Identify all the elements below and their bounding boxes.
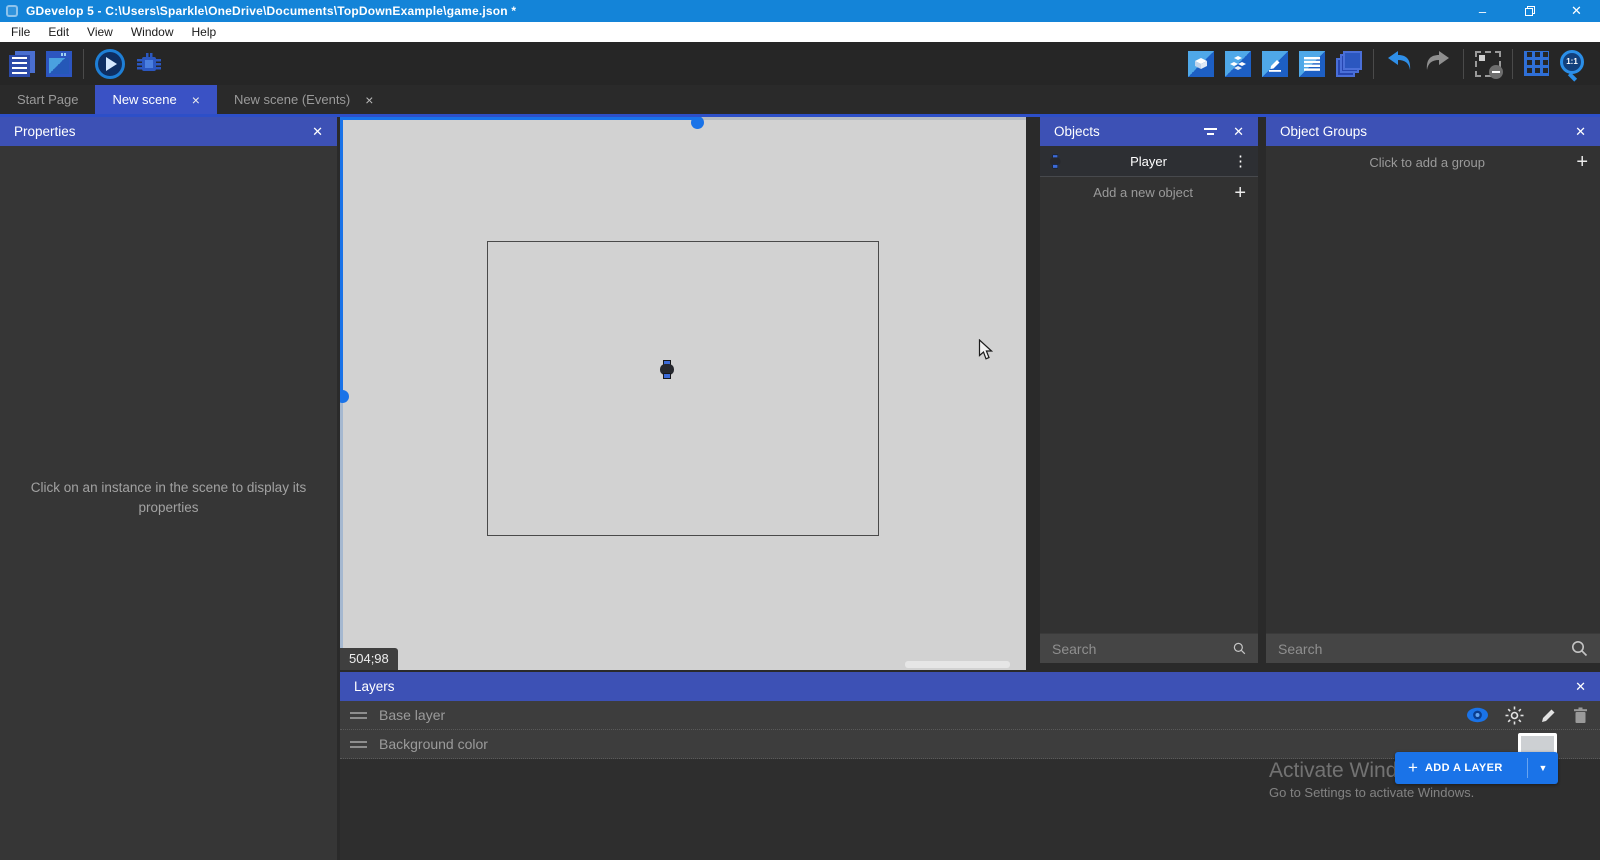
- vertical-scroll-thumb[interactable]: [340, 390, 349, 403]
- zoom-original-icon[interactable]: 1:1: [1560, 50, 1588, 78]
- grid-icon[interactable]: [1524, 51, 1549, 76]
- toggle-instances-list-icon[interactable]: [1299, 51, 1325, 77]
- redo-icon[interactable]: [1424, 48, 1452, 79]
- object-name: Player: [1064, 154, 1233, 169]
- add-layer-button[interactable]: + ADD A LAYER ▼: [1395, 752, 1558, 784]
- menu-window[interactable]: Window: [122, 22, 183, 42]
- object-groups-header: Object Groups ✕: [1266, 117, 1600, 146]
- window-title: GDevelop 5 - C:\Users\Sparkle\OneDrive\D…: [26, 4, 516, 18]
- toggle-properties-panel-icon[interactable]: [1262, 51, 1288, 77]
- tab-bar: Start Page New scene × New scene (Events…: [0, 85, 1600, 114]
- scene-canvas[interactable]: 504;98: [340, 117, 1026, 670]
- close-tab-icon[interactable]: ×: [365, 92, 373, 108]
- object-row-player[interactable]: Player ⋮: [1040, 146, 1258, 177]
- toolbar-separator: [1373, 49, 1374, 79]
- add-object-row[interactable]: Add a new object +: [1040, 177, 1258, 208]
- properties-panel: Properties ✕ Click on an instance in the…: [0, 117, 337, 860]
- drag-handle-icon[interactable]: [350, 741, 367, 748]
- close-object-groups-icon[interactable]: ✕: [1575, 124, 1586, 140]
- plus-icon: +: [1408, 758, 1418, 778]
- drag-handle-icon[interactable]: [350, 712, 367, 719]
- properties-empty-message: Click on an instance in the scene to dis…: [18, 478, 319, 518]
- search-icon: [1571, 640, 1588, 657]
- close-properties-icon[interactable]: ✕: [312, 124, 323, 140]
- properties-title: Properties: [14, 124, 76, 139]
- close-objects-icon[interactable]: ✕: [1233, 124, 1244, 140]
- objects-title: Objects: [1054, 124, 1100, 139]
- menu-view[interactable]: View: [78, 22, 122, 42]
- object-groups-panel: Object Groups ✕ Click to add a group +: [1266, 117, 1600, 663]
- visibility-eye-icon[interactable]: [1466, 707, 1489, 723]
- activate-windows-subtext: Go to Settings to activate Windows.: [1269, 785, 1474, 800]
- menu-file[interactable]: File: [2, 22, 39, 42]
- toggle-objects-panel-icon[interactable]: [1188, 51, 1214, 77]
- add-object-label: Add a new object: [1052, 185, 1234, 200]
- layer-name: Base layer: [379, 707, 445, 723]
- add-group-row[interactable]: Click to add a group +: [1266, 146, 1600, 178]
- layer-effects-icon[interactable]: [1505, 706, 1524, 725]
- title-bar: GDevelop 5 - C:\Users\Sparkle\OneDrive\D…: [0, 0, 1600, 22]
- close-icon: ✕: [1571, 3, 1582, 19]
- mouse-cursor: [978, 339, 993, 366]
- cursor-coordinates: 504;98: [340, 648, 398, 670]
- start-page-icon[interactable]: [46, 51, 72, 77]
- horizontal-scroll-thumb[interactable]: [691, 117, 704, 129]
- toolbar-separator: [1463, 49, 1464, 79]
- objects-search-bar: [1040, 633, 1258, 663]
- add-layer-label: ADD A LAYER: [1425, 762, 1503, 774]
- layers-header: Layers ✕: [340, 672, 1600, 701]
- menu-bar: File Edit View Window Help: [0, 22, 1600, 42]
- search-icon: [1233, 640, 1246, 657]
- tab-start-page[interactable]: Start Page: [0, 85, 95, 114]
- toolbar: 1:1: [0, 42, 1600, 85]
- toolbar-separator: [1512, 49, 1513, 79]
- debug-icon[interactable]: [136, 51, 162, 77]
- groups-search-input[interactable]: [1278, 641, 1571, 657]
- edit-layer-pencil-icon[interactable]: [1540, 707, 1557, 724]
- add-group-label: Click to add a group: [1278, 155, 1576, 170]
- restore-button[interactable]: [1506, 0, 1553, 22]
- clear-selection-icon[interactable]: [1475, 51, 1501, 77]
- filter-icon[interactable]: [1203, 128, 1217, 135]
- layers-title: Layers: [354, 679, 395, 694]
- object-menu-icon[interactable]: ⋮: [1233, 152, 1248, 170]
- game-window-bounds: [487, 241, 879, 536]
- toggle-layers-panel-icon[interactable]: [1336, 51, 1362, 77]
- undo-icon[interactable]: [1385, 48, 1413, 79]
- objects-panel: Objects ✕ Player ⋮ Add a new object +: [1040, 117, 1258, 663]
- add-layer-dropdown-icon[interactable]: ▼: [1528, 763, 1558, 773]
- gdevelop-logo-icon: [6, 5, 18, 17]
- close-window-button[interactable]: ✕: [1553, 0, 1600, 22]
- layer-row-base[interactable]: Base layer: [340, 701, 1600, 730]
- toolbar-separator: [83, 49, 84, 79]
- close-layers-icon[interactable]: ✕: [1575, 679, 1586, 695]
- layers-panel: Layers ✕ Base layer: [340, 672, 1600, 860]
- minimize-icon: –: [1479, 4, 1486, 19]
- layer-name: Background color: [379, 736, 488, 752]
- tab-new-scene[interactable]: New scene ×: [95, 85, 217, 114]
- properties-header: Properties ✕: [0, 117, 337, 146]
- tab-new-scene-events[interactable]: New scene (Events) ×: [217, 85, 391, 114]
- menu-edit[interactable]: Edit: [39, 22, 78, 42]
- player-thumbnail: [1050, 154, 1061, 168]
- object-groups-title: Object Groups: [1280, 124, 1367, 139]
- menu-help[interactable]: Help: [183, 22, 226, 42]
- preview-play-button[interactable]: [95, 49, 125, 79]
- groups-search-bar: [1266, 633, 1600, 663]
- close-tab-icon[interactable]: ×: [192, 92, 200, 108]
- objects-search-input[interactable]: [1052, 641, 1233, 657]
- project-manager-icon[interactable]: [9, 51, 35, 77]
- minimize-button[interactable]: –: [1459, 0, 1506, 22]
- delete-layer-trash-icon[interactable]: [1573, 707, 1588, 724]
- objects-header: Objects ✕: [1040, 117, 1258, 146]
- add-object-plus-icon[interactable]: +: [1234, 183, 1246, 203]
- player-instance[interactable]: [660, 360, 674, 379]
- bottom-scrollbar-thumb[interactable]: [905, 661, 1010, 668]
- toggle-object-groups-panel-icon[interactable]: [1225, 51, 1251, 77]
- restore-icon: [1525, 6, 1535, 16]
- add-group-plus-icon[interactable]: +: [1576, 152, 1588, 172]
